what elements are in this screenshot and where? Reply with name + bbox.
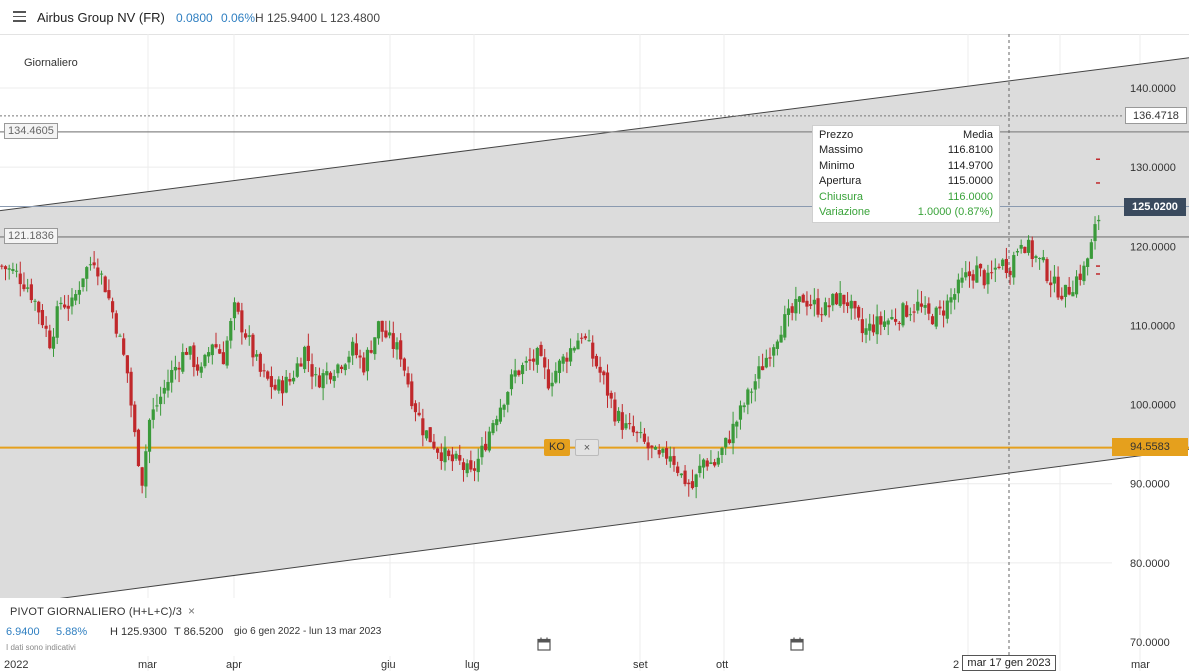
y-tick-label: 140.0000 xyxy=(1130,83,1176,95)
ohlc-value: 115.0000 xyxy=(947,175,993,187)
pivot-value-2: 5.88% xyxy=(56,626,88,638)
ko-badge[interactable]: KO xyxy=(544,439,570,456)
calendar-icon[interactable] xyxy=(537,637,551,651)
candle[interactable] xyxy=(834,292,839,306)
menu-icon[interactable] xyxy=(13,11,26,22)
x-tick-label: 2 xyxy=(953,659,959,671)
ohlc-value: 116.0000 xyxy=(947,191,993,203)
level-tag-left-lower: 121.1836 xyxy=(4,228,58,244)
calendar-icon[interactable] xyxy=(790,637,804,651)
pivot-date-range: gio 6 gen 2022 - lun 13 mar 2023 xyxy=(234,626,382,637)
ohlc-row-change: Variazione 1.0000 (0.87%) xyxy=(819,206,993,221)
candle[interactable] xyxy=(934,306,938,330)
x-tick-label: giu xyxy=(381,659,396,671)
y-tick-label: 120.0000 xyxy=(1130,241,1176,253)
candle[interactable] xyxy=(133,401,137,437)
x-tick-label: apr xyxy=(226,659,242,671)
current-price-tag: 125.0200 xyxy=(1124,198,1186,216)
candle[interactable] xyxy=(55,300,59,345)
x-tick-label: lug xyxy=(465,659,480,671)
instrument-name[interactable]: Airbus Group NV (FR) xyxy=(37,10,165,25)
pivot-indicator-panel: PIVOT GIORNALIERO (H+L+C)/3 × 6.9400 5.8… xyxy=(0,598,430,656)
y-tick-label: 130.0000 xyxy=(1130,162,1176,174)
y-tick-label: 80.0000 xyxy=(1130,558,1170,570)
candle[interactable] xyxy=(428,426,432,443)
pivot-low: T 86.5200 xyxy=(174,626,224,638)
ohlc-row-high: Massimo 116.8100 xyxy=(819,144,993,159)
timeframe-label: Giornaliero xyxy=(24,57,78,69)
level-tag-right-upper: 136.4718 xyxy=(1125,107,1187,124)
level-tag-left-upper: 134.4605 xyxy=(4,123,58,139)
y-tick-label: 100.0000 xyxy=(1130,400,1176,412)
ohlc-value: 116.8100 xyxy=(947,144,993,156)
ohlc-key: Apertura xyxy=(819,175,862,187)
ohlc-header-key: Prezzo xyxy=(819,129,854,141)
y-tick-label: 70.0000 xyxy=(1130,637,1170,649)
x-tick-label: set xyxy=(633,659,648,671)
candle[interactable] xyxy=(114,310,118,338)
y-tick-label: 110.0000 xyxy=(1130,320,1175,332)
ohlc-row-open: Apertura 115.0000 xyxy=(819,175,993,190)
candle[interactable] xyxy=(303,345,307,373)
ohlc-row-low: Minimo 114.9700 xyxy=(819,160,993,175)
pivot-close-button[interactable]: × xyxy=(188,604,195,618)
candle[interactable] xyxy=(1045,257,1049,284)
candle[interactable] xyxy=(225,336,229,369)
candle[interactable] xyxy=(203,353,207,369)
ohlc-key: Minimo xyxy=(819,160,855,172)
ohlc-value: 1.0000 (0.87%) xyxy=(917,206,993,218)
ohlc-header-value: Media xyxy=(963,129,993,141)
change-percent: 0.06% xyxy=(221,11,256,25)
ko-price-tag: 94.5583 xyxy=(1112,438,1188,456)
channel-band xyxy=(0,57,1189,607)
candle[interactable] xyxy=(1023,246,1027,254)
candle[interactable] xyxy=(103,275,107,293)
price-chart[interactable]: 140.0000 130.0000 120.0000 110.0000 100.0000… xyxy=(0,34,1189,671)
candle[interactable] xyxy=(901,301,905,328)
x-tick-label: ott xyxy=(716,659,728,671)
crosshair-date-label: mar 17 gen 2023 xyxy=(962,655,1056,671)
ohlc-key: Massimo xyxy=(819,144,864,156)
x-tick-label: 2022 xyxy=(4,659,28,671)
pivot-title: PIVOT GIORNALIERO (H+L+C)/3 xyxy=(10,606,183,618)
pivot-high: H 125.9300 xyxy=(110,626,167,638)
change-absolute: 0.0800 xyxy=(176,11,213,25)
candle[interactable] xyxy=(136,428,141,467)
pivot-value-1: 6.9400 xyxy=(6,626,40,638)
ohlc-key: Variazione xyxy=(819,206,871,218)
y-tick-label: 90.0000 xyxy=(1130,479,1170,491)
ohlc-row-close: Chiusura 116.0000 xyxy=(819,191,993,206)
high-low-readout: H 125.9400 L 123.4800 xyxy=(255,11,380,25)
ohlc-value: 114.9700 xyxy=(947,160,993,172)
ohlc-key: Chiusura xyxy=(819,191,864,203)
x-tick-label: mar xyxy=(1131,659,1150,671)
candle[interactable] xyxy=(801,293,805,303)
disclaimer-text: I dati sono indicativi xyxy=(6,643,76,652)
ko-close-button[interactable]: × xyxy=(575,439,599,456)
ohlc-tooltip: Prezzo Media Massimo 116.8100 Minimo 114… xyxy=(812,125,1000,223)
top-bar: Airbus Group NV (FR) 0.0800 0.06% H 125.… xyxy=(0,0,1189,35)
x-tick-label: mar xyxy=(138,659,157,671)
ohlc-header-row: Prezzo Media xyxy=(819,129,993,144)
